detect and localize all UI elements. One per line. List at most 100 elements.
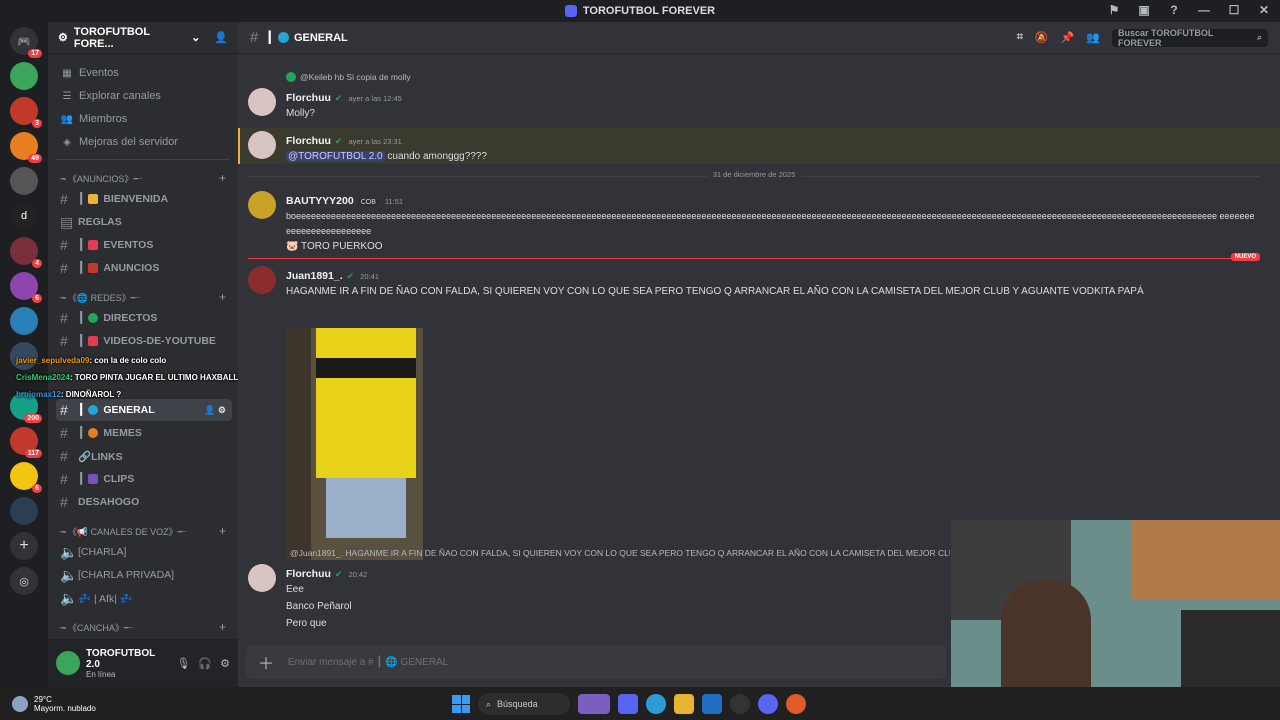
message-author[interactable]: Florchuu (286, 135, 331, 147)
store-icon[interactable] (702, 694, 722, 714)
explorer-icon[interactable] (674, 694, 694, 714)
maximize-icon[interactable]: ☐ (1226, 3, 1242, 17)
nav-events[interactable]: ▦ Eventos (48, 62, 238, 84)
inbox-icon[interactable]: ⚑ (1106, 3, 1122, 17)
hash-icon: # (60, 310, 68, 326)
channel-memes[interactable]: # ┃ MEMES (56, 422, 232, 444)
channel-directos[interactable]: # ┃ DIRECTOS (56, 307, 232, 329)
teams-icon[interactable] (618, 694, 638, 714)
server-icon-gray[interactable] (10, 167, 38, 195)
microphone-icon[interactable]: 🎙 (176, 657, 190, 670)
close-icon[interactable]: ✕ (1256, 3, 1272, 17)
app-icon[interactable] (786, 694, 806, 714)
headphones-icon[interactable]: 🎧 (198, 657, 212, 670)
user-status: En línea (86, 669, 116, 679)
help-icon[interactable]: ? (1166, 3, 1182, 17)
channel-desahogo[interactable]: # DESAHOGO (56, 491, 232, 513)
message-text: Banco Peñarol (286, 601, 352, 612)
stream-chat-line: javier_sepulveda09: con la de colo colo (16, 356, 167, 365)
nav-browse-channels[interactable]: ☰ Explorar canales (48, 85, 238, 107)
server-icon-d[interactable]: d (10, 202, 38, 230)
category-redes[interactable]: ╼ 《🌐 REDES》╾ + (48, 287, 238, 307)
threads-icon[interactable]: ⌗ (1017, 31, 1023, 44)
nav-server-boosts[interactable]: ◈ Mejoras del servidor (48, 131, 238, 153)
channel-links[interactable]: # 🔗LINKS (56, 445, 232, 467)
server-icon-orange[interactable]: 49 (10, 132, 42, 163)
server-icon-purple[interactable]: 6 (10, 272, 42, 303)
server-icon-red-2[interactable]: 117 (10, 427, 42, 458)
channel-anuncios[interactable]: # ┃ ANUNCIOS (56, 257, 232, 279)
voice-afk[interactable]: 🔈 💤 | Afk| 💤 (56, 587, 232, 609)
avatar[interactable] (248, 88, 276, 116)
mute-bell-icon[interactable]: 🔕 (1035, 31, 1049, 44)
avatar[interactable] (248, 131, 276, 159)
avatar[interactable] (248, 564, 276, 592)
channel-videos-de-youtube[interactable]: # ┃ VIDEOS-DE-YOUTUBE (56, 330, 232, 352)
monitor-icon[interactable]: ▣ (1136, 3, 1152, 17)
message-author[interactable]: Florchuu (286, 92, 331, 104)
search-icon: ⌕ (486, 698, 492, 709)
server-icon-green[interactable] (10, 62, 38, 90)
avatar[interactable] (248, 191, 276, 219)
weather-widget[interactable]: 29°C Mayorm. nublado (0, 695, 160, 713)
server-list: 🎮 17 3 49 d 4 6 200 117 6 + ◎ (0, 22, 48, 687)
server-icon-yellow[interactable]: 6 (10, 462, 42, 493)
message-author[interactable]: BAUTYYY200 (286, 195, 354, 207)
category-anuncios[interactable]: ╼ 《ANUNCIOS》╾ + (48, 168, 238, 188)
obs-icon[interactable] (730, 694, 750, 714)
voice-charla-privada[interactable]: 🔈 [CHARLA PRIVADA] (56, 564, 232, 586)
channel-eventos[interactable]: # ┃ EVENTOS (56, 234, 232, 256)
gear-icon[interactable]: ⚙ (220, 657, 230, 670)
server-header[interactable]: ⚙ TOROFUTBOL FORE... ⌄ 👤 (48, 22, 238, 54)
reply-preview[interactable]: @Keileb hb Si copia de molly (286, 72, 411, 82)
message-author[interactable]: Juan1891_. (286, 270, 343, 282)
channel-reglas[interactable]: ▤ REGLAS (56, 211, 232, 233)
nav-members[interactable]: 👥 Miembros (48, 108, 238, 130)
speaker-lock-icon: 🔈 (60, 566, 78, 583)
windows-start-icon[interactable] (452, 695, 470, 713)
add-attachment-icon[interactable]: ＋ (258, 650, 274, 674)
category-voz[interactable]: ╼ 《📢 CANALES DE VOZ》╾ + (48, 521, 238, 541)
globe-icon (88, 405, 99, 415)
chrome-icon[interactable] (646, 694, 666, 714)
category-cancha[interactable]: ╼ 《CANCHA》╾ + (48, 617, 238, 637)
user-mention[interactable]: @TOROFUTBOL 2.0 (286, 151, 385, 162)
timestamp: ayer a las 23:31 (348, 137, 402, 146)
channel-header: # ┃ GENERAL ⌗ 🔕 📌 👥 Buscar TOROFUTBOL FOR… (238, 22, 1280, 54)
widgets-icon[interactable] (578, 694, 610, 714)
message: Florchuu ✔ ayer a las 12:45 Molly? (248, 88, 402, 121)
message-input[interactable]: ＋ Enviar mensaje a # ┃ 🌐 GENERAL (246, 645, 946, 679)
reply-preview[interactable]: @Juan1891_. HAGANME IR A FIN DE ÑAO CON … (286, 548, 950, 558)
voice-charla[interactable]: 🔈 [CHARLA] (56, 541, 232, 563)
search-input[interactable]: Buscar TOROFUTBOL FOREVER ⌕ (1112, 28, 1268, 48)
minimize-icon[interactable]: — (1196, 3, 1212, 17)
channel-settings-icon[interactable]: 👤 ⚙ (204, 405, 226, 416)
server-icon-blue[interactable] (10, 307, 38, 335)
direct-messages-icon[interactable]: 🎮 17 (10, 27, 42, 58)
attachment-image[interactable] (286, 328, 423, 560)
new-messages-divider: NUEVO (248, 253, 1260, 261)
add-channel-icon[interactable]: + (219, 171, 226, 185)
avatar[interactable] (248, 266, 276, 294)
invite-icon[interactable]: 👤 (214, 31, 228, 44)
add-channel-icon[interactable]: + (219, 290, 226, 304)
add-server-icon[interactable]: + (10, 532, 38, 560)
channel-clips[interactable]: # ┃ CLIPS (56, 468, 232, 490)
avatar[interactable] (56, 651, 80, 675)
message-author[interactable]: Florchuu (286, 568, 331, 580)
clapper-icon (88, 474, 99, 484)
discord-icon[interactable] (758, 694, 778, 714)
channel-title: GENERAL (293, 31, 348, 44)
channel-general[interactable]: # ┃ GENERAL 👤 ⚙ (56, 399, 232, 421)
taskbar-search[interactable]: ⌕ Búsqueda (478, 693, 570, 715)
add-channel-icon[interactable]: + (219, 524, 226, 538)
server-icon-maroon[interactable]: 4 (10, 237, 42, 268)
member-list-icon[interactable]: 👥 (1086, 31, 1100, 44)
pin-icon[interactable]: 📌 (1061, 31, 1075, 44)
server-icon-navy[interactable] (10, 497, 38, 525)
message: Juan1891_. ✔ 20:41 HAGANME IR A FIN DE ÑAO… (248, 266, 1268, 299)
add-channel-icon[interactable]: + (219, 620, 226, 634)
server-icon-red[interactable]: 3 (10, 97, 42, 128)
channel-bienvenida[interactable]: # ┃ BIENVENIDA (56, 188, 232, 210)
discover-icon[interactable]: ◎ (10, 567, 38, 595)
